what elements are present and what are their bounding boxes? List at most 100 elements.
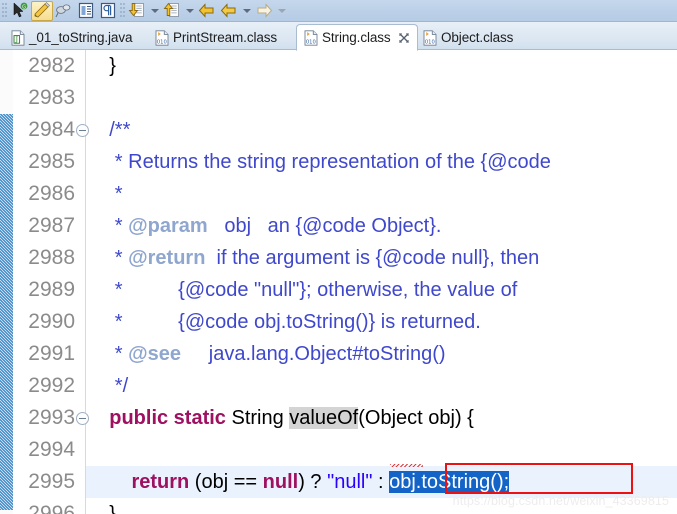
- next-annotation-dropdown-icon[interactable]: [148, 1, 161, 21]
- code-line-2985: * Returns the string representation of t…: [87, 146, 551, 178]
- code-token: :: [372, 471, 390, 493]
- line-number: 2994: [28, 438, 75, 461]
- close-icon[interactable]: [398, 32, 410, 44]
- tab-label: String.class: [322, 30, 391, 45]
- javadoc-start-token: /**: [87, 119, 131, 141]
- show-whitespace-icon[interactable]: [97, 1, 119, 21]
- parameter-token: obj: [428, 407, 455, 429]
- keyword-return: return: [131, 471, 190, 493]
- javadoc-token: *: [87, 247, 129, 269]
- code-line-2993: public static String valueOf(Object obj)…: [87, 402, 474, 434]
- svg-text:010: 010: [306, 39, 316, 45]
- parameter-warning-underline: [390, 464, 423, 467]
- highlighter-pen-icon[interactable]: [31, 0, 53, 21]
- string-literal-token: "null": [327, 471, 373, 493]
- occurrence-highlight-valueof: valueOf: [289, 407, 359, 429]
- forward-navigation-icon[interactable]: [253, 1, 275, 21]
- line-number: 2992: [28, 374, 75, 397]
- code-line-2982: }: [87, 50, 116, 82]
- line-number: 2990: [28, 310, 75, 333]
- tab-object-class[interactable]: 010 Object.class: [416, 25, 520, 50]
- code-line-2986: *: [87, 178, 123, 210]
- code-line-2984: /**: [87, 114, 130, 146]
- line-number: 2985: [28, 150, 75, 173]
- line-number: 2983: [28, 86, 75, 109]
- source-editor-area[interactable]: 2982 2983 2984 2985 2986 2987 2988 2989 …: [0, 50, 677, 514]
- code-token: (Object: [358, 407, 429, 429]
- javadoc-token: * {@code obj.toString()} is returned.: [87, 311, 481, 333]
- javadoc-token: *: [87, 183, 123, 205]
- line-number: 2989: [28, 278, 75, 301]
- selected-text-obj-tostring[interactable]: obj.toString();: [389, 471, 510, 493]
- line-number: 2995: [28, 470, 75, 493]
- line-number: 2986: [28, 182, 75, 205]
- line-number: 2984: [28, 118, 75, 141]
- javadoc-token: *: [87, 215, 129, 237]
- class-file-icon: 010: [155, 29, 169, 46]
- javadoc-token: java.lang.Object#toString(): [181, 343, 446, 365]
- change-ruler: [0, 50, 13, 514]
- line-number: 2996: [28, 502, 75, 514]
- code-token: }: [87, 55, 116, 77]
- editor-toolbar: G: [0, 0, 677, 22]
- line-number: 2993: [28, 406, 75, 429]
- line-number: 2991: [28, 342, 75, 365]
- svg-text:010: 010: [157, 39, 167, 45]
- next-annotation-icon[interactable]: [126, 1, 148, 21]
- svg-text:G: G: [22, 4, 26, 10]
- code-line-2992: */: [87, 370, 128, 402]
- previous-annotation-dropdown-icon[interactable]: [183, 1, 196, 21]
- tab-_01_toString-java[interactable]: J _01_toString.java: [4, 25, 139, 50]
- code-line-2988: * @return if the argument is {@code null…: [87, 242, 539, 274]
- code-line-2994: return (obj == null) ? "null" : obj.toSt…: [87, 466, 510, 498]
- keyword-null: null: [262, 471, 299, 493]
- javadoc-token: if the argument is {@code null}, then: [205, 247, 540, 269]
- editor-tab-bar: J _01_toString.java 010 PrintStream.clas…: [0, 22, 677, 51]
- line-number-ruler: 2982 2983 2984 2985 2986 2987 2988 2989 …: [13, 50, 89, 514]
- line-number: 2987: [28, 214, 75, 237]
- javadoc-token: * {@code "null"}; otherwise, the value o…: [87, 279, 518, 301]
- code-token: String: [225, 407, 290, 429]
- javadoc-token: obj an {@code Object}.: [207, 215, 442, 237]
- javadoc-tag-param: @param: [128, 215, 208, 237]
- javadoc-token: *: [87, 343, 129, 365]
- toggle-mark-occurrences-icon[interactable]: [53, 1, 75, 21]
- previous-annotation-icon[interactable]: [161, 1, 183, 21]
- javadoc-tag-see: @see: [128, 343, 181, 365]
- tab-label: _01_toString.java: [29, 30, 133, 45]
- code-token: }: [87, 503, 116, 514]
- svg-text:J: J: [15, 35, 19, 43]
- tab-printstream-class[interactable]: 010 PrintStream.class: [148, 25, 284, 50]
- back-navigation-icon[interactable]: [218, 1, 240, 21]
- tab-string-class[interactable]: 010 String.class: [296, 24, 418, 51]
- code-line-2989: * {@code "null"}; otherwise, the value o…: [87, 274, 518, 306]
- debug-cursor-icon[interactable]: G: [9, 1, 31, 21]
- line-number: 2982: [28, 54, 75, 77]
- class-file-icon: 010: [304, 29, 318, 46]
- forward-navigation-dropdown-icon[interactable]: [275, 1, 288, 21]
- line-number: 2988: [28, 246, 75, 269]
- code-token: (obj ==: [189, 471, 263, 493]
- code-token: ) {: [454, 407, 474, 429]
- toolbar-drag-handle[interactable]: [2, 2, 7, 19]
- code-line-2991: * @see java.lang.Object#toString(): [87, 338, 446, 370]
- javadoc-end-token: */: [87, 375, 129, 397]
- svg-text:010: 010: [425, 39, 435, 45]
- toolbar-separator: [120, 2, 125, 19]
- code-line-2990: * {@code obj.toString()} is returned.: [87, 306, 481, 338]
- tab-label: Object.class: [441, 30, 514, 45]
- code-line-2987: * @param obj an {@code Object}.: [87, 210, 442, 242]
- code-text-viewport[interactable]: } /** * Returns the string representatio…: [87, 50, 677, 514]
- last-edit-location-icon[interactable]: [196, 1, 218, 21]
- java-source-icon: J: [11, 29, 25, 46]
- class-file-icon: 010: [423, 29, 437, 46]
- javadoc-token: * Returns the string representation of t…: [87, 151, 551, 173]
- code-token: ) ?: [298, 471, 328, 493]
- tab-label: PrintStream.class: [173, 30, 278, 45]
- javadoc-tag-return: @return: [128, 247, 206, 269]
- back-navigation-dropdown-icon[interactable]: [240, 1, 253, 21]
- keyword-token: public static: [109, 407, 226, 429]
- watermark-text: https://blog.csdn.net/weixin_43369815: [452, 494, 669, 508]
- toggle-block-selection-icon[interactable]: [75, 1, 97, 21]
